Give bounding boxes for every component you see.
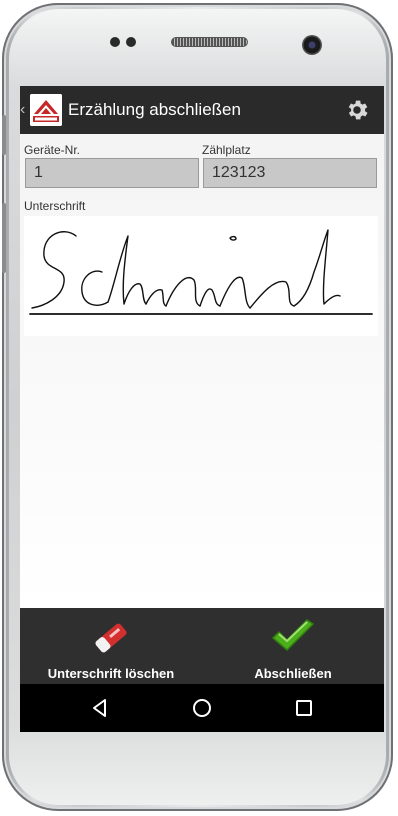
side-button <box>2 203 6 273</box>
app-logo[interactable] <box>30 94 62 126</box>
screen: ‹ Erzählung abschließen Geräte-Nr. 1 Zäh… <box>20 86 384 732</box>
nav-back-icon[interactable] <box>88 696 112 720</box>
content-area: Geräte-Nr. 1 Zählplatz 123123 Unterschri… <box>20 134 384 608</box>
signature-drawing <box>29 229 373 315</box>
finish-button[interactable]: Abschließen <box>202 608 384 684</box>
eraser-icon <box>95 623 127 653</box>
sensor-dot <box>110 37 120 47</box>
android-nav-bar <box>20 684 384 732</box>
action-bar: Unterschrift löschen Abschließen <box>20 608 384 684</box>
sensor-dot <box>126 37 136 47</box>
checkmark-icon <box>271 619 315 652</box>
clear-signature-button[interactable]: Unterschrift löschen <box>20 608 202 684</box>
counter-label: Zählplatz <box>202 143 251 157</box>
front-camera <box>302 35 322 55</box>
clear-signature-label: Unterschrift löschen <box>47 666 175 681</box>
page-title: Erzählung abschließen <box>68 100 241 119</box>
nav-recents-icon[interactable] <box>292 696 316 720</box>
nav-home-icon[interactable] <box>190 696 214 720</box>
counter-field[interactable]: 123123 <box>203 158 377 188</box>
finish-label: Abschließen <box>254 666 332 681</box>
signature-pad[interactable] <box>24 216 378 336</box>
device-number-label: Geräte-Nr. <box>24 143 81 157</box>
volume-button <box>2 115 6 155</box>
chevron-left-icon[interactable]: ‹ <box>20 101 28 119</box>
device-number-field[interactable]: 1 <box>25 158 199 188</box>
app-bar: ‹ Erzählung abschließen <box>20 86 384 134</box>
earpiece-speaker <box>171 37 248 47</box>
gear-icon[interactable] <box>344 97 370 123</box>
signature-label: Unterschrift <box>24 199 86 213</box>
